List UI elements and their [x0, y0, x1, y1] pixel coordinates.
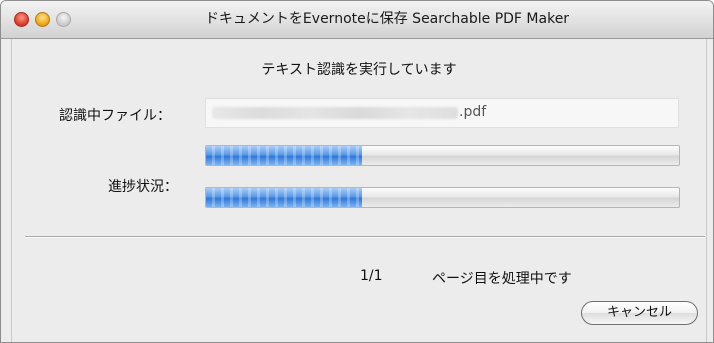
page-status-text: ページ目を処理中です — [432, 271, 572, 287]
file-progress-bar — [205, 145, 680, 166]
window-title: ドキュメントをEvernoteに保存 Searchable PDF Maker — [204, 11, 570, 27]
cancel-button[interactable]: キャンセル — [581, 301, 698, 325]
page-count: 1/1 — [360, 268, 383, 284]
file-label: 認識中ファイル： — [59, 108, 171, 124]
minimize-window-button[interactable] — [35, 12, 50, 27]
dialog-window: ドキュメントをEvernoteに保存 Searchable PDF Maker … — [0, 0, 714, 343]
current-file-field: .pdf — [205, 98, 679, 128]
overall-progress-fill — [206, 188, 363, 207]
file-extension: .pdf — [459, 104, 487, 120]
zoom-window-button[interactable] — [56, 12, 71, 27]
progress-label: 進捗状況： — [108, 179, 178, 195]
file-progress-fill — [206, 146, 363, 165]
close-window-button[interactable] — [14, 12, 29, 27]
overall-progress-bar — [205, 187, 680, 208]
dialog-content: テキスト認識を実行しています 認識中ファイル： .pdf 進捗状況： 1/1 ペ… — [11, 39, 707, 342]
status-heading: テキスト認識を実行しています — [261, 62, 457, 78]
divider — [25, 236, 705, 238]
title-bar[interactable]: ドキュメントをEvernoteに保存 Searchable PDF Maker — [1, 1, 713, 39]
redacted-filename — [212, 107, 458, 119]
